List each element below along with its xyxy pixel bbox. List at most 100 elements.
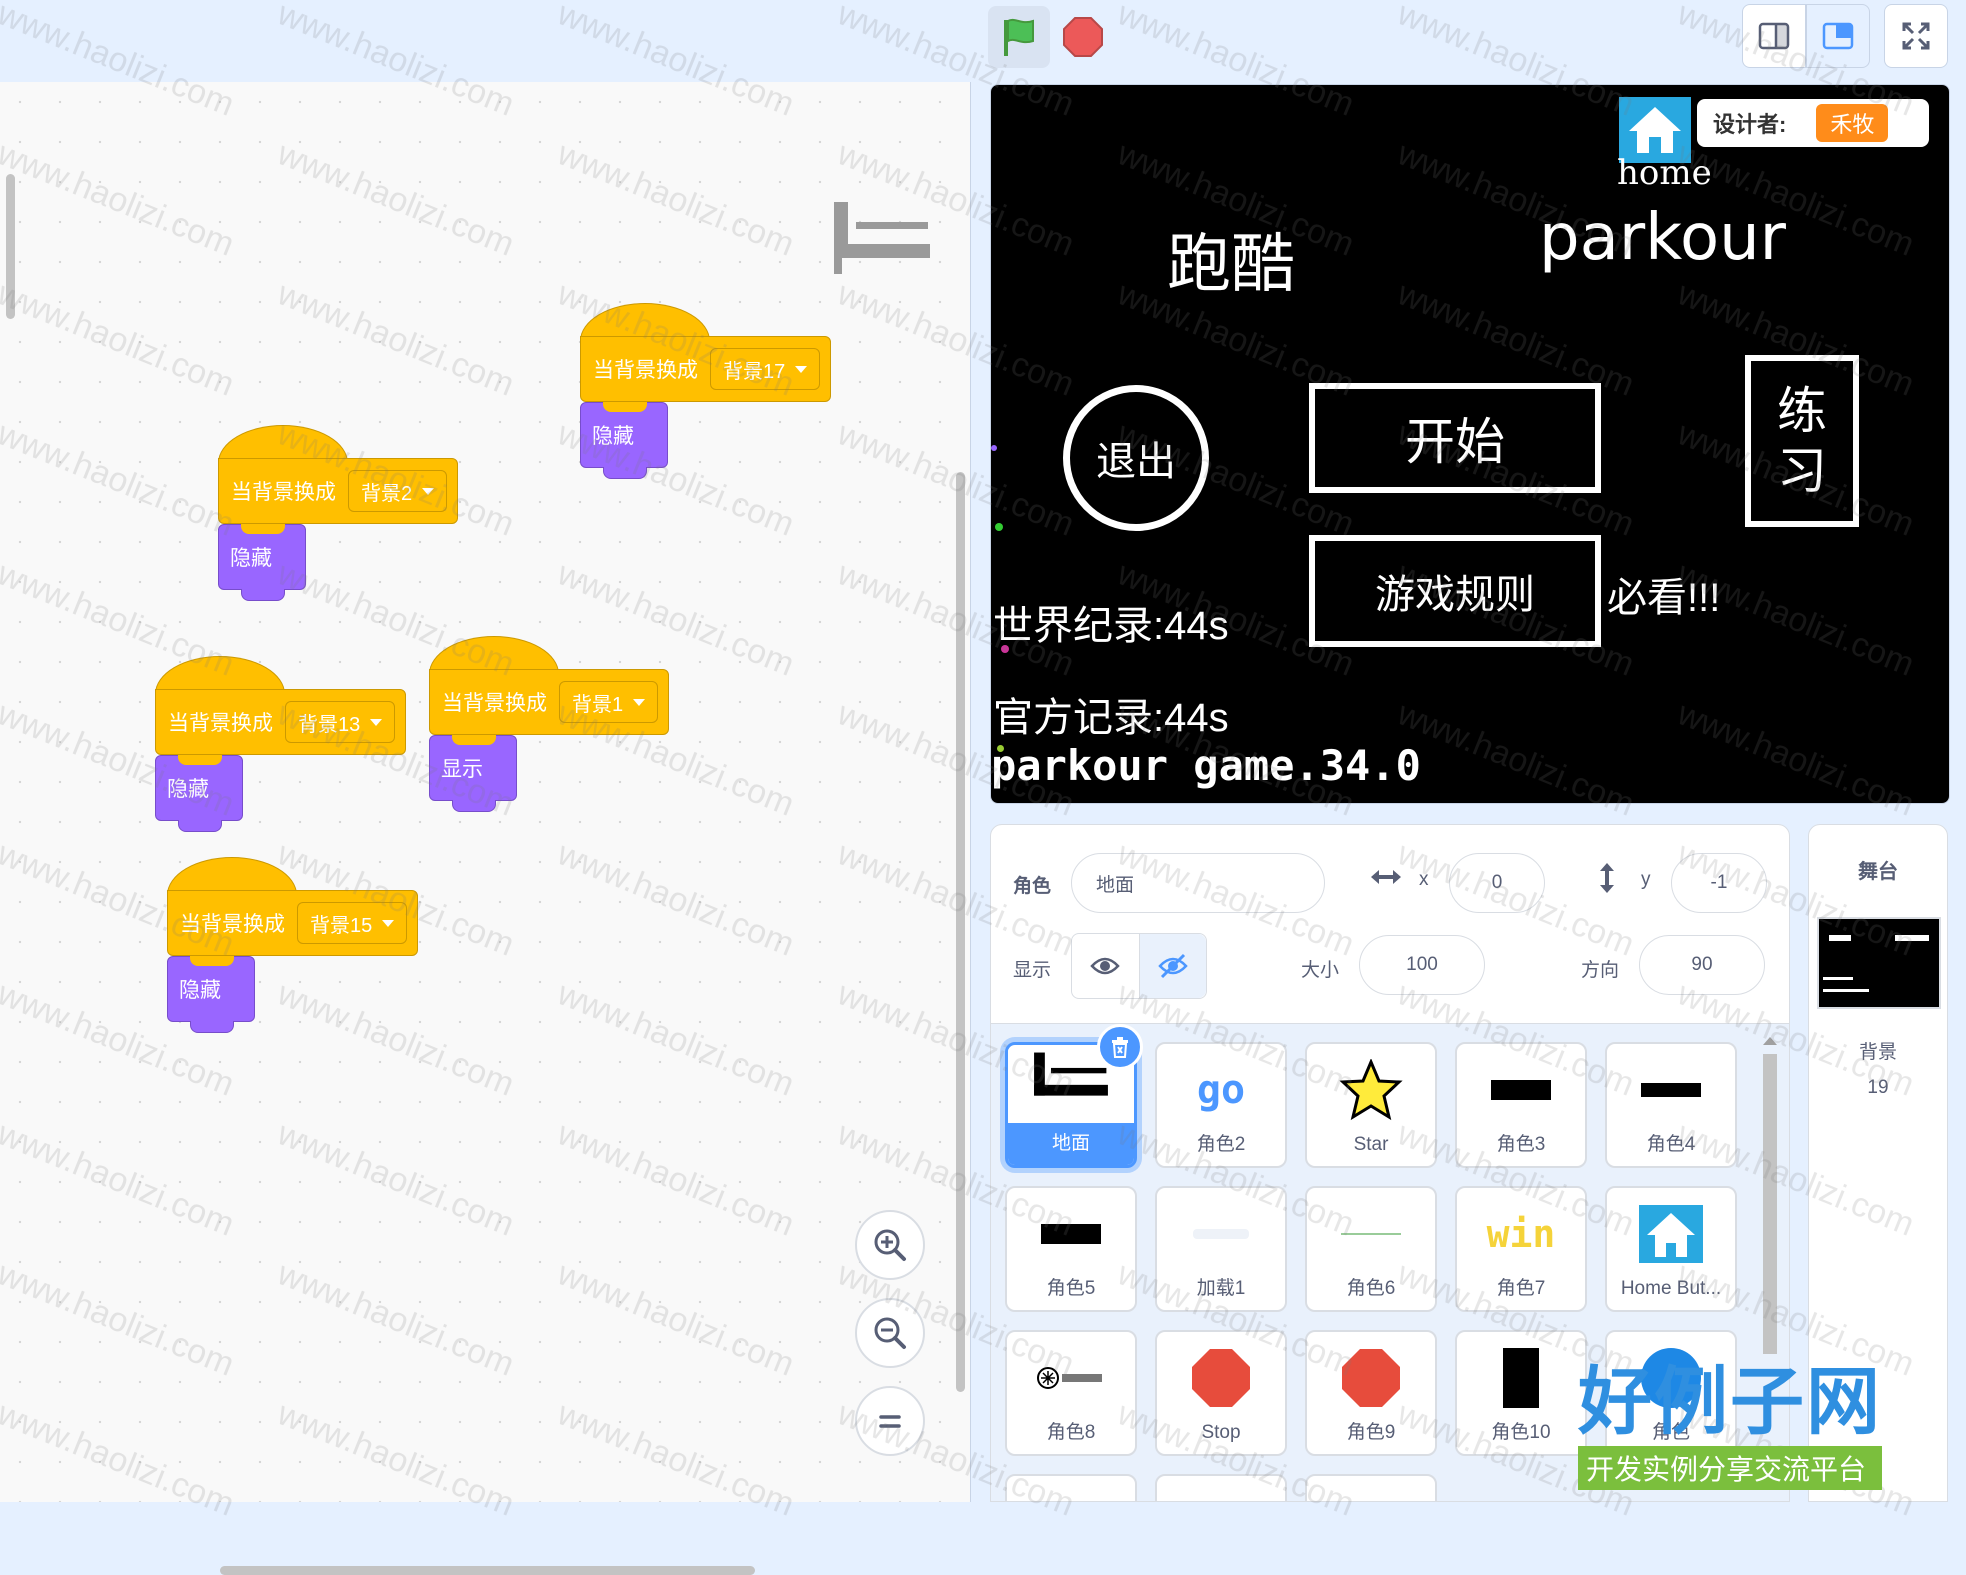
particle-dot — [991, 445, 997, 451]
hat-block-when-backdrop-switches[interactable]: 当背景换成 背景17 — [580, 303, 832, 402]
sprite-tile[interactable]: 角色9 — [1305, 1330, 1437, 1456]
sprite-tile[interactable] — [1155, 1474, 1287, 1501]
hat-block-label: 当背景换成 — [593, 359, 698, 382]
current-sprite-thumbnail — [834, 202, 930, 274]
delete-sprite-button[interactable] — [1097, 1024, 1143, 1070]
fullscreen-button[interactable] — [1884, 4, 1948, 68]
hide-block[interactable]: 隐藏 — [155, 755, 243, 832]
zoom-out-button[interactable] — [855, 1298, 925, 1368]
direction-label: 方向 — [1581, 960, 1620, 981]
sprite-name: Star — [1353, 1134, 1389, 1155]
sprite-name: 角色6 — [1346, 1278, 1396, 1299]
sprite-tile[interactable]: 角色5 — [1005, 1186, 1137, 1312]
hat-block-label: 当背景换成 — [231, 481, 336, 504]
horizontal-arrows-icon — [1371, 870, 1401, 884]
zoom-in-button[interactable] — [855, 1210, 925, 1280]
backdrop-dropdown[interactable]: 背景17 — [710, 348, 821, 390]
stop-sign-icon — [1063, 17, 1103, 57]
hide-block[interactable]: 隐藏 — [167, 956, 255, 1033]
sprite-tile[interactable] — [1305, 1474, 1437, 1501]
world-record-text: 世界纪录:44s — [993, 604, 1229, 648]
logo-icon — [1037, 1367, 1102, 1389]
hat-block-label: 当背景换成 — [168, 712, 273, 735]
green-flag-icon — [1004, 18, 1034, 56]
stop-button[interactable] — [1058, 12, 1108, 62]
rules-button[interactable]: 游戏规则 — [1309, 535, 1601, 647]
sprite-name-input[interactable]: 地面 — [1071, 853, 1325, 913]
sprite-tile[interactable]: go 角色2 — [1155, 1042, 1287, 1168]
code-workspace[interactable]: 当背景换成 背景17 隐藏 当背景换成 背景2 隐藏 当背景换成 背景13 隐藏… — [0, 82, 971, 1575]
stage-canvas[interactable]: home 设计者: 禾牧 跑酷 parkour 退出 开始 练 习 游戏规则 必… — [990, 84, 1950, 804]
hide-block[interactable]: 隐藏 — [580, 402, 668, 479]
show-block[interactable]: 显示 — [429, 735, 517, 812]
hat-block-when-backdrop-switches[interactable]: 当背景换成 背景2 — [218, 425, 459, 524]
sprite-tile[interactable] — [1005, 1474, 1137, 1501]
x-input[interactable]: 0 — [1449, 853, 1545, 913]
dropdown-arrow-icon — [633, 698, 646, 706]
backdrop-dropdown[interactable]: 背景2 — [348, 470, 448, 512]
backdrop-dropdown[interactable]: 背景13 — [285, 701, 396, 743]
small-stage-button[interactable] — [1742, 4, 1806, 68]
backdrop-count: 19 — [1867, 1077, 1889, 1098]
backdrop-value: 背景13 — [298, 713, 361, 736]
y-input[interactable]: -1 — [1671, 853, 1767, 913]
small-stage-icon — [1758, 22, 1790, 50]
backdrop-thumbnail — [1817, 917, 1941, 1009]
sprite-name: Stop — [1201, 1422, 1241, 1443]
block-label: 隐藏 — [179, 979, 221, 1002]
sprite-name: 加载1 — [1196, 1278, 1246, 1299]
sprite-tile[interactable]: win 角色7 — [1455, 1186, 1587, 1312]
hat-block-when-backdrop-switches[interactable]: 当背景换成 背景15 — [167, 857, 419, 956]
watermark-logo-subtitle: 开发实例分享交流平台 — [1578, 1446, 1882, 1490]
hat-block-label: 当背景换成 — [442, 692, 547, 715]
practice-button[interactable]: 练 习 — [1745, 355, 1859, 527]
sprite-tile[interactable]: 角色10 — [1455, 1330, 1587, 1456]
block-label: 隐藏 — [167, 778, 209, 801]
workspace-vertical-scrollbar[interactable] — [956, 472, 965, 1392]
size-input[interactable]: 100 — [1359, 935, 1485, 995]
workspace-horizontal-scrollbar[interactable] — [220, 1566, 755, 1575]
sprite-tile[interactable]: Star — [1305, 1042, 1437, 1168]
sprite-label: 角色 — [1013, 876, 1052, 897]
zoom-reset-button[interactable] — [855, 1386, 925, 1456]
backdrop-value: 背景17 — [723, 360, 786, 383]
large-stage-button[interactable] — [1806, 4, 1870, 68]
hat-block-when-backdrop-switches[interactable]: 当背景换成 背景13 — [155, 656, 407, 755]
title-chinese: 跑酷 — [1167, 228, 1295, 300]
sprite-tile[interactable]: 角色6 — [1305, 1186, 1437, 1312]
hide-sprite-button[interactable] — [1139, 934, 1206, 998]
practice-icon — [1503, 1348, 1539, 1408]
backdrop-dropdown[interactable]: 背景1 — [559, 681, 659, 723]
sprite-name: 角色10 — [1491, 1422, 1551, 1443]
home-icon — [1629, 107, 1681, 153]
hide-block[interactable]: 隐藏 — [218, 524, 306, 601]
designer-label: 设计者: — [1713, 112, 1787, 137]
sprite-tile[interactable]: Stop — [1155, 1330, 1287, 1456]
particle-dot — [995, 523, 1003, 531]
sprite-tile[interactable]: 加载1 — [1155, 1186, 1287, 1312]
fullscreen-icon — [1902, 22, 1930, 50]
show-sprite-button[interactable] — [1072, 934, 1140, 998]
show-label: 显示 — [1013, 960, 1052, 981]
sprite-tile[interactable]: 角色3 — [1455, 1042, 1587, 1168]
exit-button[interactable]: 退出 — [1063, 385, 1209, 531]
workspace-scrollbar-left[interactable] — [6, 174, 15, 319]
backdrop-label: 背景 — [1858, 1042, 1897, 1063]
hat-block-when-backdrop-switches[interactable]: 当背景换成 背景1 — [429, 636, 670, 735]
backdrop-dropdown[interactable]: 背景15 — [297, 902, 408, 944]
sprite-name: 角色3 — [1496, 1134, 1546, 1155]
green-flag-button[interactable] — [988, 6, 1050, 68]
must-see-text: 必看!!! — [1607, 576, 1721, 620]
sprite-tile[interactable]: 角色8 — [1005, 1330, 1137, 1456]
version-text: parkour game.34.0 — [991, 741, 1421, 790]
direction-input[interactable]: 90 — [1639, 935, 1765, 995]
zoom-out-icon — [874, 1317, 906, 1349]
star-icon — [1339, 1059, 1403, 1121]
sprite-tile[interactable]: Home But... — [1605, 1186, 1737, 1312]
back-button-icon — [1041, 1224, 1101, 1244]
sprite-info-panel: 角色 地面 x 0 y -1 显示 大小 100 方向 90 — [990, 824, 1790, 1024]
start-button[interactable]: 开始 — [1309, 383, 1601, 493]
size-label: 大小 — [1301, 960, 1340, 981]
particle-dot — [1001, 645, 1009, 653]
sprite-tile[interactable]: 角色4 — [1605, 1042, 1737, 1168]
